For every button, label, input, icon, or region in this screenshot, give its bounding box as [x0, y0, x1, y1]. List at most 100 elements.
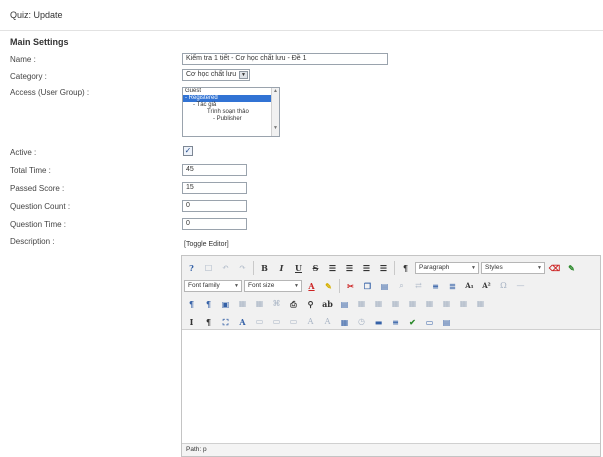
access-option-guest[interactable]: Guest — [183, 88, 279, 95]
style-props-icon[interactable]: ✔ — [405, 315, 420, 329]
merge-cells-icon[interactable]: ▦ — [456, 297, 471, 311]
chevron-down-icon: ▼ — [294, 282, 299, 289]
toolbar-separator — [394, 260, 395, 275]
copy-icon[interactable]: ❐ — [360, 279, 375, 293]
time-icon[interactable]: ◷ — [354, 315, 369, 329]
eraser-icon[interactable]: ⌫ — [547, 261, 562, 275]
access-option-registered[interactable]: - Registered — [183, 95, 279, 102]
abbreviation-icon[interactable]: A — [235, 315, 250, 329]
cleanup-icon[interactable]: ✎ — [564, 261, 579, 275]
align-center-icon[interactable]: ☰ — [342, 261, 357, 275]
name-input[interactable]: Kiểm tra 1 tiết - Cơ học chất lưu - Đề 1 — [182, 53, 388, 65]
show-blocks-icon[interactable]: ¶ — [201, 315, 216, 329]
page-break-icon[interactable]: ▤ — [439, 315, 454, 329]
spellcheck-icon[interactable]: ab — [320, 297, 335, 311]
strikethrough-icon[interactable]: S — [308, 261, 323, 275]
nonbreaking-icon[interactable]: ▭ — [422, 315, 437, 329]
rich-text-editor[interactable]: ? □ ↶ ↷ B I U S ☰ ☰ ☰ ☰ ¶ Paragraph ▼ Sty… — [181, 255, 601, 457]
link-icon[interactable]: ⌘ — [269, 297, 284, 311]
editor-toolbar: ? □ ↶ ↷ B I U S ☰ ☰ ☰ ☰ ¶ Paragraph ▼ Sty… — [182, 256, 600, 330]
highlight-color-icon[interactable]: ✎ — [321, 279, 336, 293]
block-format-icon[interactable]: ¶ — [398, 261, 413, 275]
paragraph-format-dropdown[interactable]: Paragraph ▼ — [415, 261, 479, 274]
undo-icon[interactable]: ↶ — [218, 261, 233, 275]
new-document-icon[interactable]: □ — [201, 261, 216, 275]
bullet-list-icon[interactable]: ≡ — [428, 279, 443, 293]
page-title: Quiz: Update — [10, 10, 63, 20]
toggle-editor-link[interactable]: [Toggle Editor] — [184, 241, 229, 248]
insert-layer-icon[interactable]: I — [184, 315, 199, 329]
fullscreen-icon[interactable]: ⛶ — [218, 315, 233, 329]
font-size-label: Font size — [248, 281, 275, 289]
active-checkbox[interactable]: ✓ — [183, 146, 193, 156]
cell-props-icon[interactable]: ▦ — [354, 297, 369, 311]
template-icon[interactable]: ▤ — [337, 297, 352, 311]
font-size-dropdown[interactable]: Font size ▼ — [244, 279, 302, 292]
attributes-icon[interactable]: A — [303, 315, 318, 329]
access-option-publisher[interactable]: - Publisher — [183, 116, 279, 123]
date-icon[interactable]: ▦ — [337, 315, 352, 329]
question-count-input[interactable]: 0 — [182, 200, 247, 212]
align-left-icon[interactable]: ☰ — [325, 261, 340, 275]
align-justify-icon[interactable]: ☰ — [376, 261, 391, 275]
category-value: Cơ học chất lưu — [186, 71, 237, 78]
editor-path: Path: p — [186, 446, 207, 453]
acronym-icon[interactable]: ▭ — [252, 315, 267, 329]
styles-dropdown[interactable]: Styles ▼ — [481, 261, 545, 274]
listbox-scrollbar[interactable]: ▲ ▼ — [271, 88, 279, 136]
access-option-editor[interactable]: Trình soạn thảo — [183, 109, 279, 116]
category-select[interactable]: Cơ học chất lưu ▼ — [182, 69, 250, 81]
divider — [0, 30, 603, 31]
cut-icon[interactable]: ✂ — [343, 279, 358, 293]
redo-icon[interactable]: ↷ — [235, 261, 250, 275]
underline-icon[interactable]: U — [291, 261, 306, 275]
image-icon[interactable]: ▣ — [218, 297, 233, 311]
total-time-label: Total Time : — [10, 166, 51, 175]
font-family-dropdown[interactable]: Font family ▼ — [184, 279, 242, 292]
access-listbox[interactable]: Guest - Registered - Tác giả Trình soạn … — [182, 87, 280, 137]
replace-icon[interactable]: ⇄ — [411, 279, 426, 293]
split-cells-icon[interactable]: ▦ — [473, 297, 488, 311]
search-icon[interactable]: ⌕ — [394, 279, 409, 293]
binoculars-icon[interactable]: ⚲ — [303, 297, 318, 311]
editor-status-bar: Path: p — [182, 443, 600, 456]
subscript-icon[interactable]: A₁ — [462, 279, 477, 293]
question-time-input[interactable]: 0 — [182, 218, 247, 230]
ltr-icon[interactable]: ¶ — [184, 297, 199, 311]
delete-column-icon[interactable]: ▦ — [439, 297, 454, 311]
toolbar-separator — [339, 278, 340, 293]
align-right-icon[interactable]: ☰ — [359, 261, 374, 275]
horizontal-rule-icon[interactable]: — — [513, 279, 528, 293]
insert-row-icon[interactable]: ▦ — [388, 297, 403, 311]
paste-icon[interactable]: ▤ — [377, 279, 392, 293]
row-props-icon[interactable]: ▦ — [371, 297, 386, 311]
insertion-icon[interactable]: ▭ — [269, 315, 284, 329]
bold-icon[interactable]: B — [257, 261, 272, 275]
passed-score-input[interactable]: 15 — [182, 182, 247, 194]
table-icon[interactable]: ▦ — [252, 297, 267, 311]
superscript-icon[interactable]: A² — [479, 279, 494, 293]
font-family-label: Font family — [188, 281, 220, 289]
charmap-icon[interactable]: Ω — [496, 279, 511, 293]
rtl-icon[interactable]: ¶ — [201, 297, 216, 311]
chevron-down-icon: ▼ — [471, 264, 476, 271]
access-option-author[interactable]: - Tác giả — [183, 102, 279, 109]
cite-icon[interactable]: A — [320, 315, 335, 329]
question-count-label: Question Count : — [10, 202, 71, 211]
italic-icon[interactable]: I — [274, 261, 289, 275]
toolbar-row-4: I ¶ ⛶ A ▭ ▭ ▭ A A ▦ ◷ ▬ ≡ ✔ ▭ ▤ — [184, 313, 454, 330]
insert-column-icon[interactable]: ▦ — [422, 297, 437, 311]
media-icon[interactable]: ▦ — [235, 297, 250, 311]
text-color-icon[interactable]: A — [304, 279, 319, 293]
print-icon[interactable]: ⎙ — [286, 297, 301, 311]
deletion-icon[interactable]: ▭ — [286, 315, 301, 329]
visual-chars-icon[interactable]: ≡ — [388, 315, 403, 329]
delete-row-icon[interactable]: ▦ — [405, 297, 420, 311]
visual-aid-icon[interactable]: ▬ — [371, 315, 386, 329]
toolbar-row-3: ¶ ¶ ▣ ▦ ▦ ⌘ ⎙ ⚲ ab ▤ ▦ ▦ ▦ ▦ ▦ ▦ ▦ ▦ — [184, 295, 488, 312]
paragraph-format-label: Paragraph — [419, 263, 450, 271]
name-label: Name : — [10, 55, 36, 64]
numbered-list-icon[interactable]: ≣ — [445, 279, 460, 293]
help-icon[interactable]: ? — [184, 261, 199, 275]
total-time-input[interactable]: 45 — [182, 164, 247, 176]
